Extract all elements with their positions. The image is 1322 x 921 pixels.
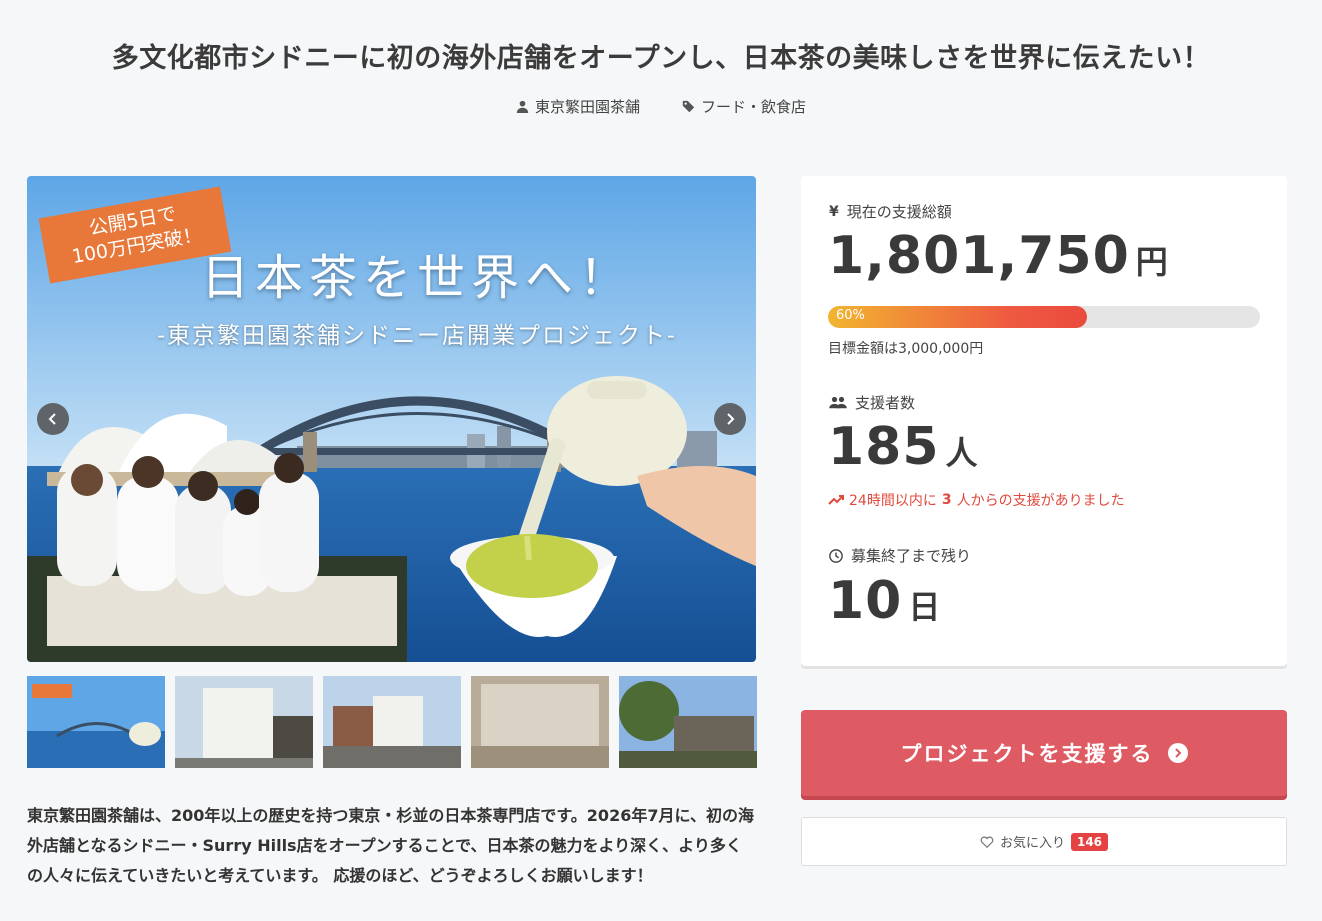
remaining-unit: 日: [908, 588, 942, 626]
arrow-right-icon: [1167, 743, 1188, 763]
recent-post: 人からの支援がありました: [956, 493, 1125, 509]
remaining-number: 10: [828, 571, 903, 631]
tag-icon: [682, 100, 695, 113]
remaining-label-text: 募集終了まで残り: [851, 547, 972, 565]
progress-fill: 60%: [828, 306, 1088, 328]
main-image: 公開5日で 100万円突破！ 日本茶を世界へ！ -東京繁田園茶舗シドニー店開業プ…: [27, 176, 756, 662]
supporters-value: 185 人: [828, 417, 979, 477]
thumbnail-2[interactable]: [175, 676, 313, 768]
favorite-count-badge: 146: [1070, 832, 1109, 851]
recent-count: 3: [941, 492, 952, 508]
progress-percent: 60%: [836, 308, 865, 323]
trend-up-icon: [828, 495, 844, 505]
thumbnail-strip: [27, 676, 757, 768]
previous-image-button[interactable]: [37, 403, 69, 435]
category-link[interactable]: フード・飲食店: [682, 96, 806, 117]
thumbnail-3[interactable]: [323, 676, 461, 768]
amount-unit: 円: [1135, 243, 1169, 281]
chevron-left-icon: [48, 413, 56, 425]
funding-panel: ¥ 現在の支援総額 1,801,750 円 60% 目標金額は3,000,000円…: [801, 176, 1287, 666]
supporters-unit: 人: [945, 434, 979, 472]
recent-support-note: 24時間以内に 3 人からの支援がありました: [828, 490, 1125, 510]
project-description: 東京繁田園茶舗は、200年以上の歴史を持つ東京・杉並の日本茶専門店です。2026…: [27, 806, 754, 885]
progress-bar: 60%: [828, 306, 1260, 328]
thumbnail-image: [323, 676, 461, 768]
hero-subheadline: -東京繁田園茶舗シドニー店開業プロジェクト-: [157, 323, 677, 349]
amount-number: 1,801,750: [828, 226, 1130, 286]
heart-icon: [980, 836, 994, 848]
favorite-label: お気に入り: [999, 836, 1065, 851]
project-meta: 東京繁田園茶舗 フード・飲食店: [0, 96, 1322, 117]
amount-value: 1,801,750 円: [828, 226, 1169, 286]
thumbnail-image: [471, 676, 609, 768]
amount-label: ¥ 現在の支援総額: [829, 201, 952, 222]
support-button-label: プロジェクトを支援する: [900, 742, 1154, 766]
thumbnail-1[interactable]: [27, 676, 165, 768]
thumbnail-image: [619, 676, 757, 768]
hero-headline: 日本茶を世界へ！: [200, 250, 633, 306]
owner-name: 東京繁田園茶舗: [534, 98, 640, 116]
thumbnail-4[interactable]: [471, 676, 609, 768]
chevron-right-icon: [727, 413, 735, 425]
owner-link[interactable]: 東京繁田園茶舗: [516, 96, 640, 117]
supporters-label-text: 支援者数: [855, 394, 916, 412]
page-title: 多文化都市シドニーに初の海外店舗をオープンし、日本茶の美味しさを世界に伝えたい！: [111, 43, 1211, 74]
supporters-number: 185: [828, 417, 940, 477]
support-project-button[interactable]: プロジェクトを支援する: [801, 710, 1287, 796]
supporters-label: 支援者数: [829, 392, 915, 413]
users-icon: [829, 396, 847, 408]
user-icon: [516, 100, 529, 113]
thumbnail-image: [27, 676, 165, 768]
thumbnail-image: [175, 676, 313, 768]
recent-pre: 24時間以内に: [849, 493, 937, 509]
remaining-label: 募集終了まで残り: [829, 545, 971, 566]
favorite-button[interactable]: お気に入り 146: [801, 817, 1287, 866]
clock-icon: [829, 548, 843, 563]
amount-label-text: 現在の支援総額: [846, 203, 952, 221]
next-image-button[interactable]: [714, 403, 746, 435]
yen-icon: ¥: [829, 203, 839, 220]
thumbnail-5[interactable]: [619, 676, 757, 768]
category-name: フード・飲食店: [701, 98, 807, 116]
remaining-value: 10 日: [828, 571, 941, 631]
goal-amount: 目標金額は3,000,000円: [828, 341, 984, 357]
